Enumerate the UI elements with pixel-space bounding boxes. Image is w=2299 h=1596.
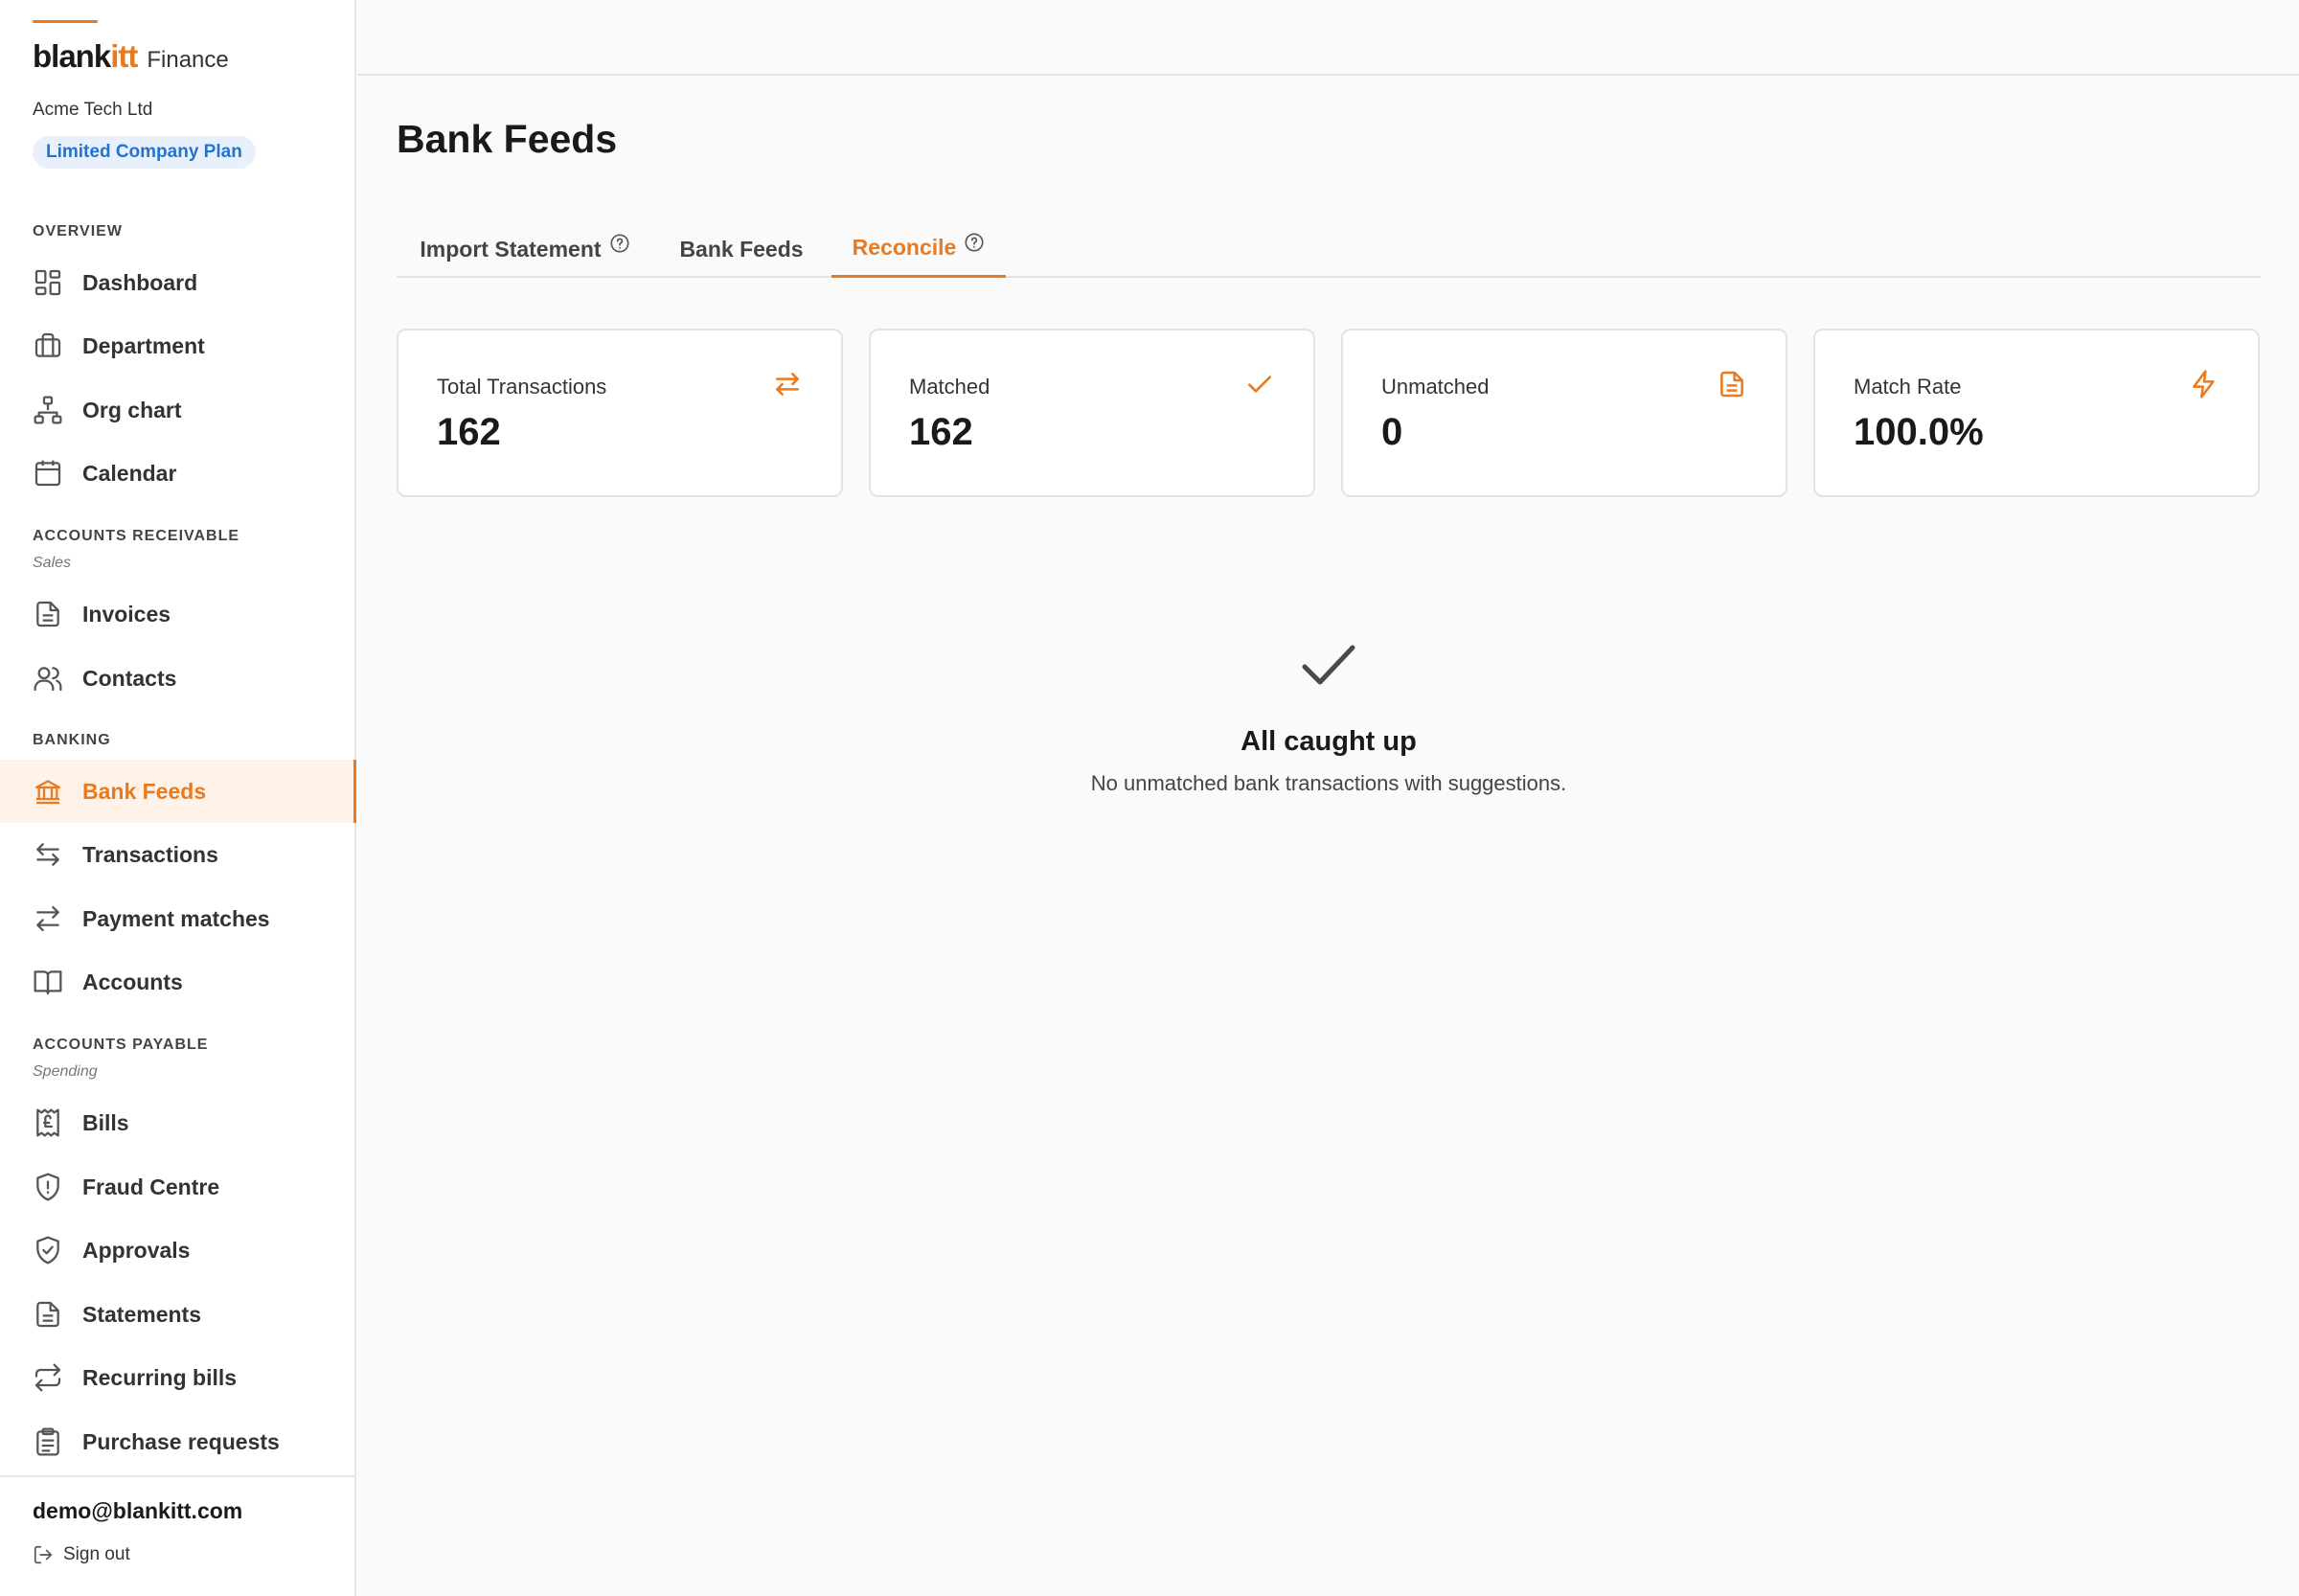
sidebar-item-contacts[interactable]: Contacts (0, 647, 356, 710)
sidebar-item-label: Bank Feeds (82, 778, 207, 804)
sidebar-item-label: Department (82, 332, 205, 358)
book-icon (33, 967, 63, 997)
arrows-left-right-icon (772, 369, 803, 399)
tab-bar: Import Statement Bank Feeds Reconcile (397, 220, 2261, 278)
tab-label: Import Statement (420, 236, 602, 262)
bank-icon (33, 776, 63, 807)
sidebar-item-org-chart[interactable]: Org chart (0, 378, 356, 442)
sidebar-item-label: Dashboard (82, 269, 198, 295)
sidebar-item-label: Recurring bills (82, 1364, 238, 1390)
shield-alert-icon (33, 1172, 63, 1202)
calendar-icon (33, 458, 63, 489)
sidebar-item-label: Accounts (82, 969, 183, 994)
sidebar-item-purchase-requests[interactable]: Purchase requests (0, 1410, 356, 1473)
company-name: Acme Tech Ltd (33, 100, 153, 120)
check-icon (1244, 369, 1275, 399)
sidebar-item-approvals[interactable]: Approvals (0, 1219, 356, 1282)
sidebar-item-recurring-bills[interactable]: Recurring bills (0, 1346, 356, 1409)
users-icon (33, 663, 63, 694)
tab-reconcile[interactable]: Reconcile (831, 220, 1006, 278)
stat-label: Match Rate (1854, 375, 1962, 399)
document-icon (33, 599, 63, 629)
section-sub-sales: Sales (33, 555, 72, 571)
tab-label: Reconcile (852, 235, 957, 260)
stat-value: 162 (909, 411, 973, 453)
tab-bank-feeds[interactable]: Bank Feeds (653, 220, 830, 278)
sidebar-item-dashboard[interactable]: Dashboard (0, 251, 356, 314)
sidebar-item-label: Contacts (82, 665, 177, 691)
sign-out-button[interactable]: Sign out (33, 1544, 130, 1565)
top-bar (358, 0, 2299, 76)
sidebar-item-calendar[interactable]: Calendar (0, 442, 356, 505)
section-label-accounts-payable: ACCOUNTS PAYABLE (33, 1037, 209, 1053)
sidebar-item-statements[interactable]: Statements (0, 1283, 356, 1346)
tab-import-statement[interactable]: Import Statement (397, 220, 653, 278)
page-title: Bank Feeds (397, 117, 618, 161)
sidebar-item-accounts[interactable]: Accounts (0, 950, 356, 1014)
sidebar-item-label: Approvals (82, 1237, 191, 1263)
sidebar-item-label: Statements (82, 1301, 201, 1327)
repeat-icon (33, 1362, 63, 1393)
sidebar-item-bank-feeds[interactable]: Bank Feeds (0, 760, 356, 823)
clipboard-icon (33, 1426, 63, 1457)
sidebar-item-payment-matches[interactable]: Payment matches (0, 887, 356, 950)
sidebar-item-label: Purchase requests (82, 1428, 280, 1454)
stat-card-total-transactions: Total Transactions 162 (397, 329, 843, 497)
org-chart-icon (33, 395, 63, 425)
arrows-swap-icon (33, 903, 63, 934)
brand-logo[interactable]: blankitt Finance (33, 38, 229, 75)
shield-check-icon (33, 1235, 63, 1265)
stat-card-match-rate: Match Rate 100.0% (1813, 329, 2260, 497)
document-icon (33, 1299, 63, 1330)
brand-accent-bar (33, 20, 98, 23)
stat-value: 100.0% (1854, 411, 1984, 453)
tab-label: Bank Feeds (679, 236, 804, 262)
pound-receipt-icon (33, 1107, 63, 1138)
stat-value: 162 (437, 411, 501, 453)
sidebar-item-label: Transactions (82, 841, 218, 867)
stat-label: Unmatched (1381, 375, 1490, 399)
stat-card-matched: Matched 162 (869, 329, 1315, 497)
stat-card-unmatched: Unmatched 0 (1341, 329, 1787, 497)
lightning-icon (2189, 369, 2219, 399)
section-sub-spending: Spending (33, 1063, 98, 1080)
help-circle-icon[interactable] (964, 232, 985, 253)
dashboard-icon (33, 267, 63, 298)
sidebar-item-label: Bills (82, 1109, 129, 1135)
sidebar-item-department[interactable]: Department (0, 314, 356, 377)
empty-state: All caught up No unmatched bank transact… (958, 642, 1699, 796)
section-label-banking: BANKING (33, 732, 111, 748)
sidebar-item-bills[interactable]: Bills (0, 1091, 356, 1154)
sidebar-item-label: Invoices (82, 601, 171, 627)
section-label-accounts-receivable: ACCOUNTS RECEIVABLE (33, 528, 240, 544)
stat-label: Total Transactions (437, 375, 607, 399)
sidebar-item-fraud-centre[interactable]: Fraud Centre (0, 1155, 356, 1219)
document-icon (1717, 369, 1747, 399)
plan-badge: Limited Company Plan (33, 136, 256, 169)
sign-out-label: Sign out (63, 1544, 130, 1564)
help-circle-icon[interactable] (609, 233, 630, 254)
sidebar-item-label: Fraud Centre (82, 1174, 220, 1199)
brand-wordmark: blankitt (33, 38, 138, 74)
stat-value: 0 (1381, 411, 1403, 453)
sidebar: blankitt Finance Acme Tech Ltd Limited C… (0, 0, 356, 1596)
brand-suffix: Finance (147, 47, 229, 73)
empty-state-title: All caught up (1241, 726, 1417, 757)
empty-state-subtitle: No unmatched bank transactions with sugg… (1090, 771, 1567, 795)
sidebar-footer: demo@blankitt.com Sign out (0, 1475, 356, 1596)
stat-label: Matched (909, 375, 990, 399)
briefcase-icon (33, 331, 63, 361)
sign-out-icon (33, 1544, 54, 1565)
sidebar-item-invoices[interactable]: Invoices (0, 582, 356, 646)
sidebar-item-label: Payment matches (82, 905, 270, 931)
user-email: demo@blankitt.com (33, 1498, 243, 1523)
sidebar-item-transactions[interactable]: Transactions (0, 823, 356, 886)
check-icon (1300, 642, 1357, 690)
sidebar-item-label: Calendar (82, 460, 177, 486)
sidebar-item-label: Org chart (82, 397, 182, 422)
section-label-overview: OVERVIEW (33, 223, 123, 239)
arrows-left-right-icon (33, 839, 63, 870)
